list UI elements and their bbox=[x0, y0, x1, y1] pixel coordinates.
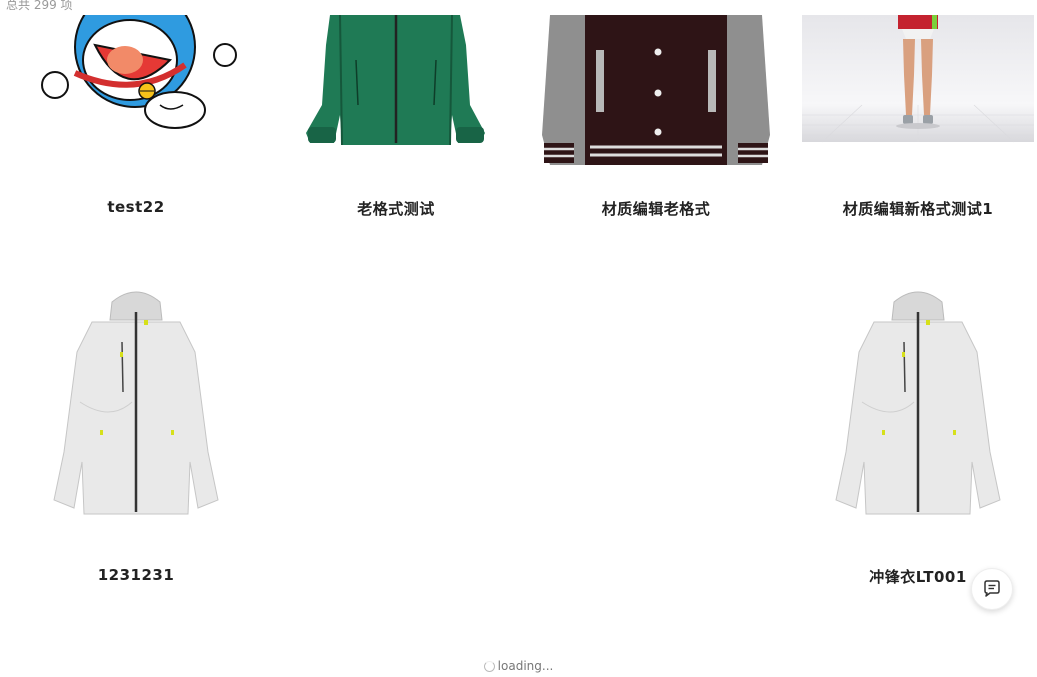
model-title[interactable]: test22 bbox=[20, 198, 252, 216]
model-grid: test22 老格式测试 材质编辑老格式 材质编辑新格式测试1 1231231 … bbox=[0, 0, 1037, 640]
varsity-jacket-image[interactable] bbox=[540, 15, 772, 165]
white-jacket-image[interactable] bbox=[802, 282, 1034, 522]
white-jacket-image[interactable] bbox=[20, 282, 252, 522]
loading-indicator: loading... bbox=[0, 658, 1037, 674]
green-jacket-image[interactable] bbox=[280, 15, 512, 165]
avatar-model-image[interactable] bbox=[802, 15, 1034, 165]
doraemon-image[interactable] bbox=[20, 15, 252, 165]
model-title[interactable]: 老格式测试 bbox=[280, 198, 512, 219]
spinner-icon bbox=[483, 661, 495, 672]
model-title[interactable]: 1231231 bbox=[20, 566, 252, 584]
chat-bubble-icon bbox=[984, 580, 1000, 597]
model-title[interactable]: 材质编辑新格式测试1 bbox=[802, 198, 1034, 219]
chat-button[interactable] bbox=[971, 568, 1013, 610]
model-title[interactable]: 材质编辑老格式 bbox=[540, 198, 772, 219]
loading-label: loading... bbox=[497, 659, 554, 673]
